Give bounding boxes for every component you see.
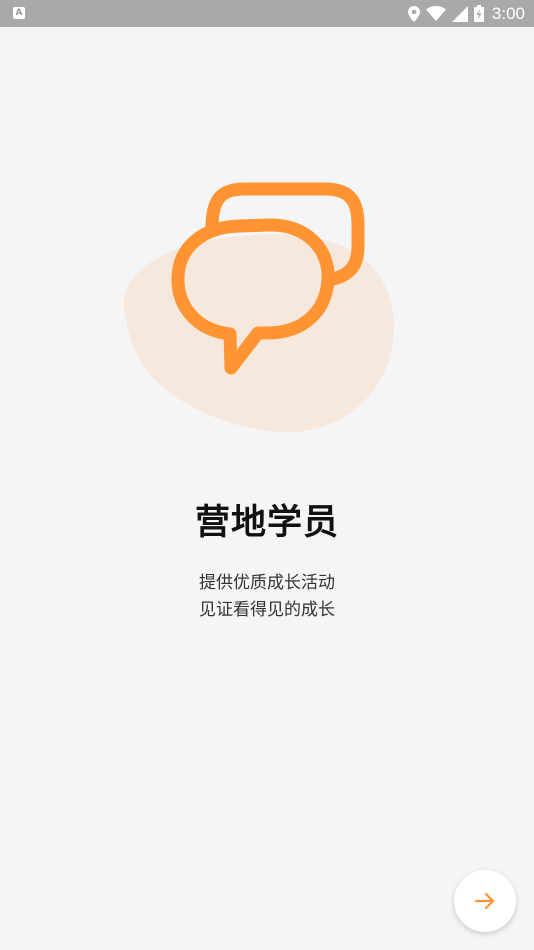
- next-button[interactable]: [454, 870, 516, 932]
- description: 提供优质成长活动 见证看得见的成长: [0, 570, 534, 624]
- signal-icon: [451, 5, 468, 22]
- onboarding-illustration: [115, 175, 405, 445]
- wifi-icon: [425, 6, 446, 21]
- description-line-2: 见证看得见的成长: [199, 600, 335, 620]
- location-icon: [407, 5, 420, 22]
- battery-charging-icon: [473, 5, 484, 22]
- chat-bubbles-icon: [123, 182, 395, 433]
- status-icons: 3:00: [407, 0, 525, 27]
- status-bar: A 3:00: [0, 0, 534, 27]
- description-line-1: 提供优质成长活动: [199, 573, 335, 593]
- page-title: 营地学员: [194, 503, 339, 543]
- arrow-right-icon: [474, 892, 495, 910]
- status-time: 3:00: [491, 3, 525, 23]
- notification-icon: A: [13, 7, 25, 19]
